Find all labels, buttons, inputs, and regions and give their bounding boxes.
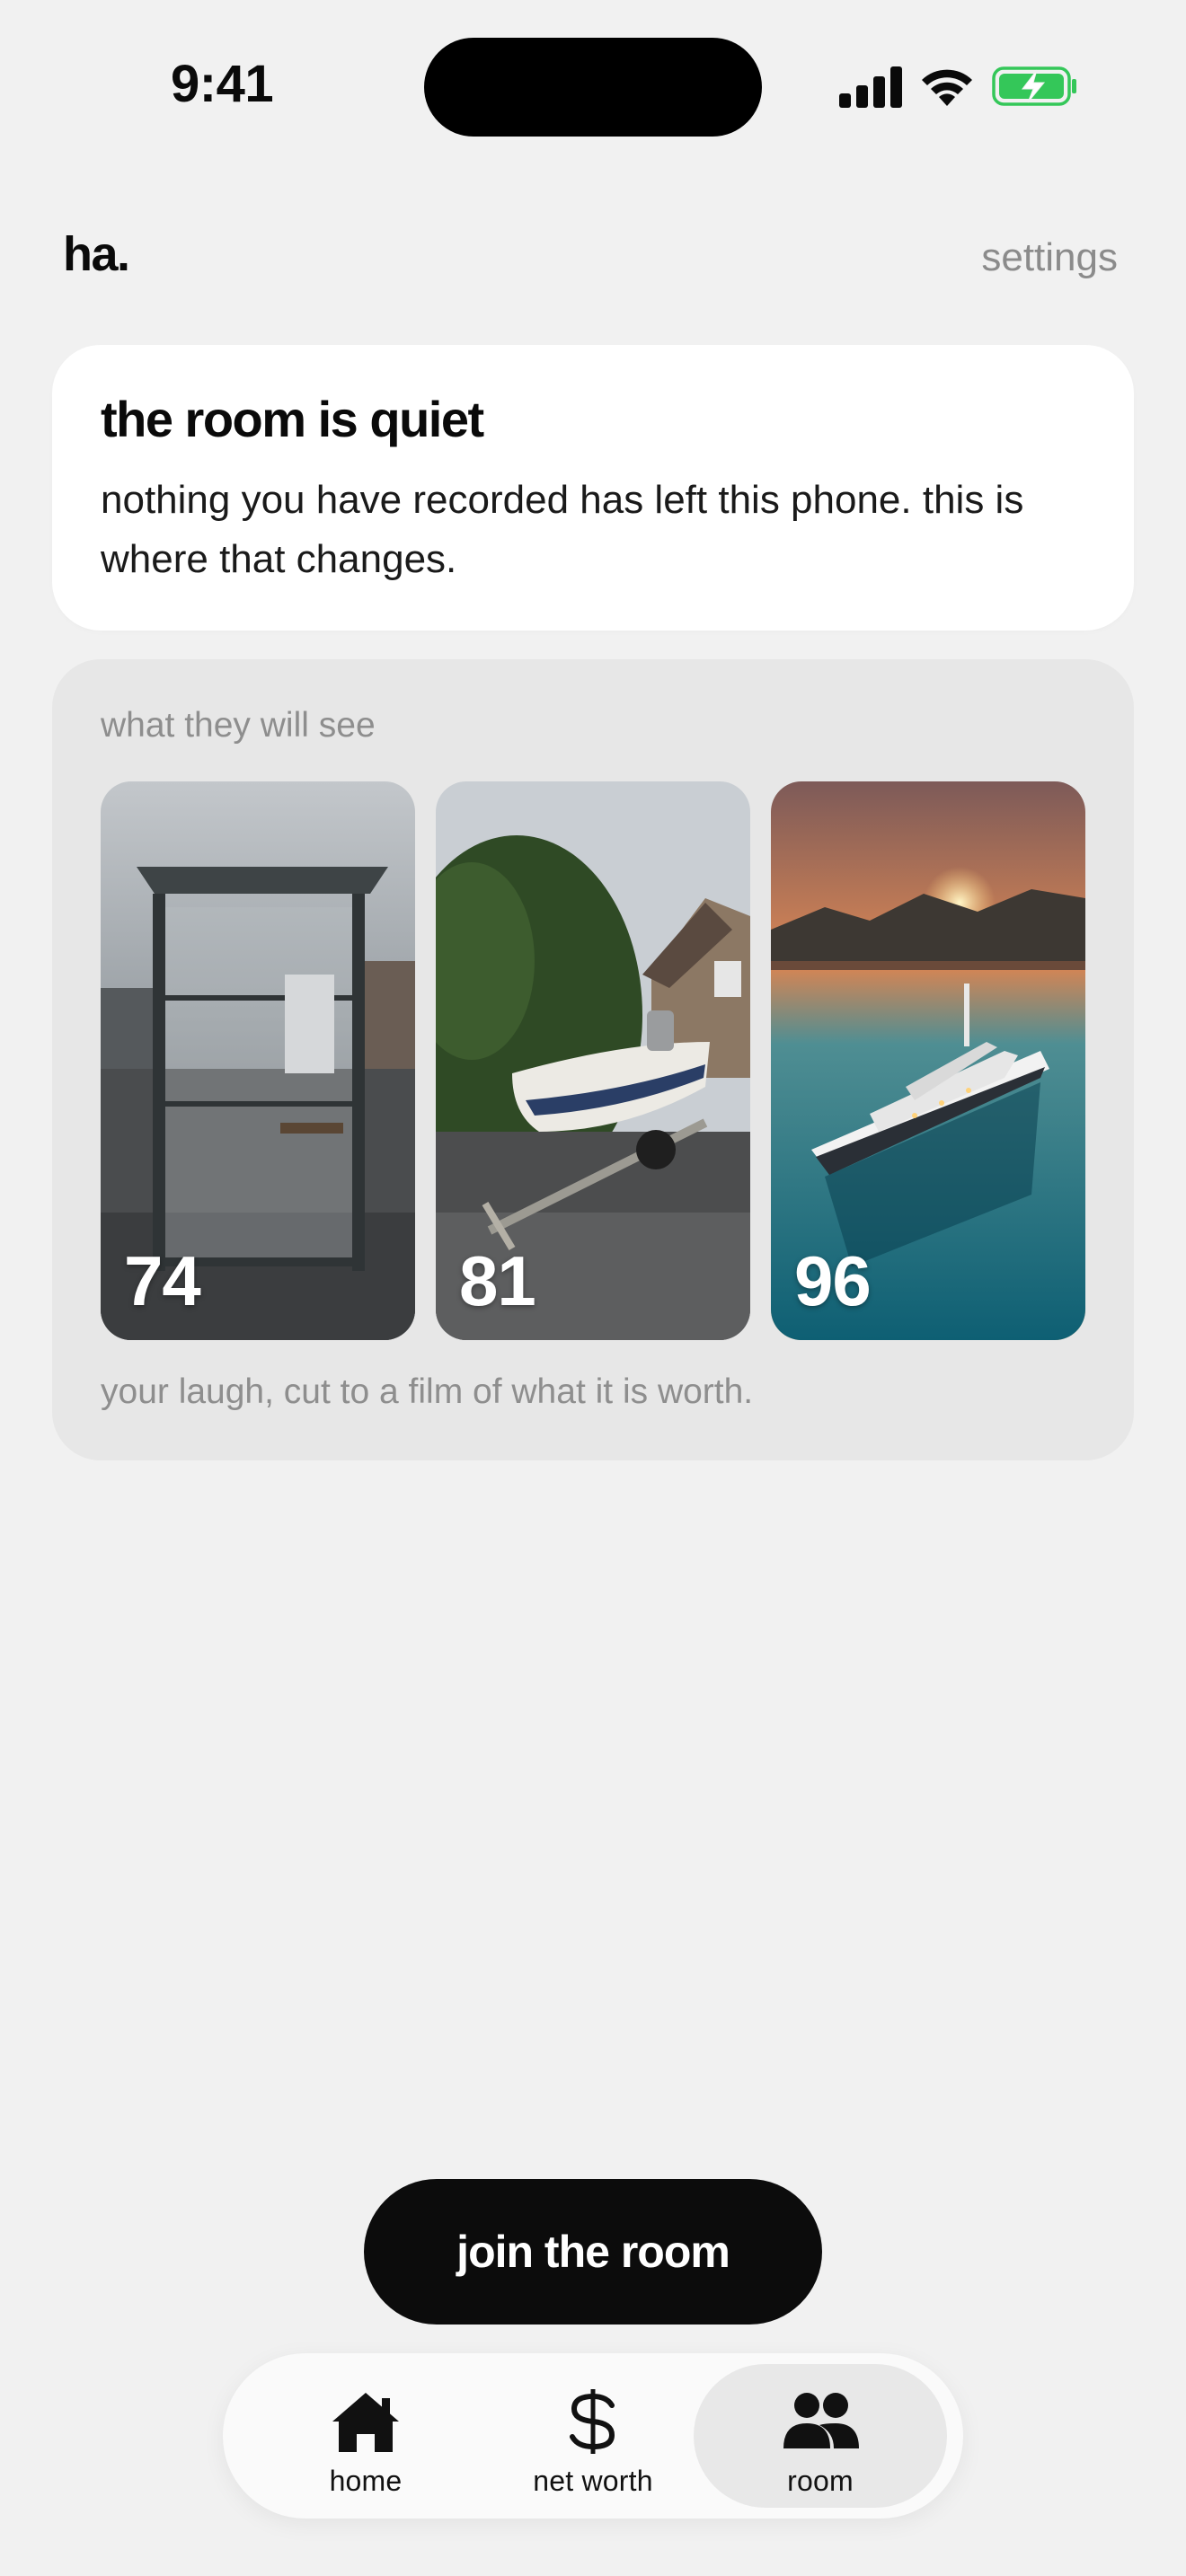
tab-home[interactable]: home — [239, 2364, 492, 2508]
status-bar: 9:41 — [0, 0, 1186, 171]
tab-bar: home net worth room — [223, 2353, 963, 2519]
preview-tile-bus-shelter[interactable]: 74 — [101, 781, 415, 1340]
tile-score: 96 — [794, 1241, 872, 1320]
dynamic-island — [424, 38, 762, 137]
join-room-button[interactable]: join the room — [364, 2179, 822, 2325]
preview-tiles: 74 81 96 — [101, 781, 1085, 1340]
tab-home-label: home — [329, 2465, 403, 2497]
status-time: 9:41 — [171, 55, 274, 113]
app-logo: ha. — [63, 227, 130, 281]
tab-net-worth-label: net worth — [533, 2465, 653, 2497]
dollar-icon — [570, 2389, 615, 2454]
cellular-signal-icon — [839, 66, 902, 108]
preview-label: what they will see — [101, 706, 376, 745]
tab-room[interactable]: room — [694, 2364, 947, 2508]
preview-caption: your laugh, cut to a film of what it is … — [101, 1372, 754, 1411]
house-icon — [332, 2393, 399, 2452]
room-status-title: the room is quiet — [101, 391, 484, 447]
people-icon — [783, 2393, 859, 2448]
tab-room-label: room — [787, 2465, 854, 2497]
preview-tile-yacht[interactable]: 96 — [771, 781, 1085, 1340]
battery-charging-icon — [992, 66, 1076, 106]
room-status-card: the room is quiet nothing you have recor… — [52, 345, 1134, 631]
tile-score: 81 — [459, 1241, 536, 1320]
tab-net-worth[interactable]: net worth — [466, 2364, 720, 2508]
settings-button[interactable]: settings — [981, 235, 1118, 280]
room-status-body: nothing you have recorded has left this … — [101, 477, 1024, 581]
wifi-icon — [922, 69, 972, 106]
tile-score: 74 — [124, 1241, 201, 1320]
preview-card: what they will see 74 81 96 your laugh, … — [52, 659, 1134, 1460]
preview-tile-boat[interactable]: 81 — [436, 781, 750, 1340]
